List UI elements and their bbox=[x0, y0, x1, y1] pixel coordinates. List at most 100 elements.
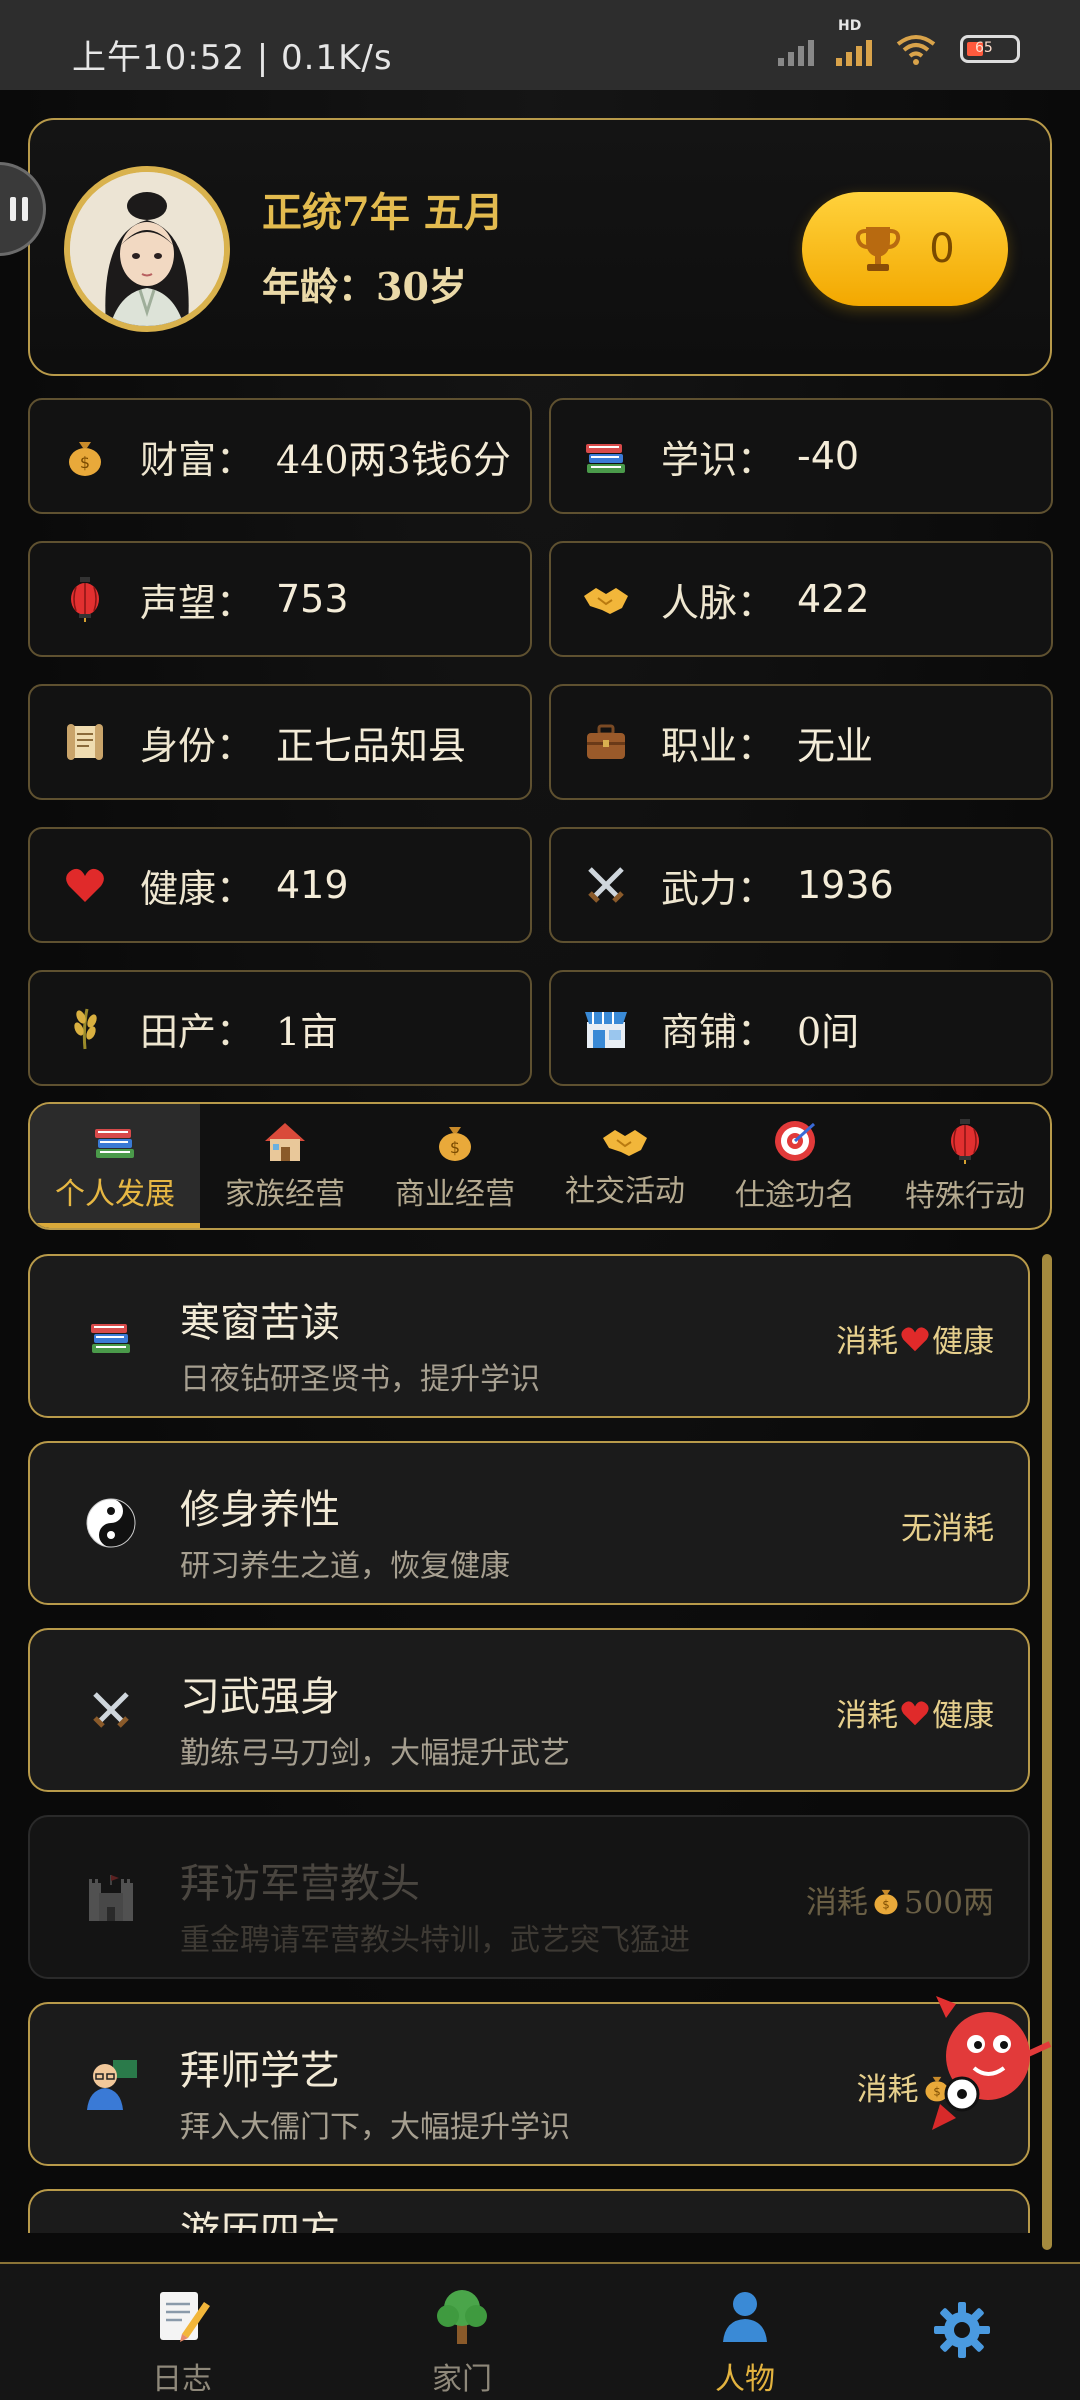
action-icon-wrap bbox=[76, 1301, 146, 1371]
category-tabs: 个人发展 家族经营 $ 商业经营 社交活动 仕途功名 特殊行动 bbox=[28, 1102, 1052, 1230]
tab-1[interactable]: 家族经营 bbox=[200, 1104, 370, 1228]
nav-item-1[interactable]: 家门 bbox=[382, 2286, 542, 2398]
stat-card: $ 财富： 440两3钱6分 bbox=[28, 398, 532, 514]
action-icon-wrap bbox=[76, 1862, 146, 1932]
action-card: 拜访军营教头重金聘请军营教头特训，武艺突飞猛进 消耗 $500两 bbox=[28, 1815, 1030, 1979]
action-title: 修身养性 bbox=[180, 1487, 340, 1533]
action-card[interactable]: 修身养性 研习养生之道，恢复健康 无消耗 bbox=[28, 1441, 1030, 1605]
action-title: 习武强身 bbox=[180, 1674, 340, 1720]
action-cost: 消耗 健康 bbox=[836, 1690, 994, 1735]
nav-item-2[interactable]: 人物 bbox=[665, 2286, 825, 2398]
heart-icon bbox=[900, 1699, 930, 1726]
battery-icon: 65 bbox=[960, 35, 1020, 63]
tab-2[interactable]: $ 商业经营 bbox=[370, 1104, 540, 1228]
cost-prefix: 消耗 bbox=[805, 1885, 868, 1921]
achievements-button[interactable]: 0 bbox=[802, 192, 1008, 306]
stat-icon-wrap bbox=[551, 580, 661, 618]
stat-value: 正七品知县 bbox=[276, 723, 467, 768]
person-icon bbox=[715, 2286, 775, 2346]
stat-value: 419 bbox=[276, 863, 349, 907]
nav-label: 家门 bbox=[432, 2362, 492, 2397]
tab-label: 社交活动 bbox=[565, 1174, 685, 1209]
action-description: 勤练弓马刀剑，大幅提升武艺 bbox=[180, 1736, 570, 1771]
action-icon-wrap bbox=[76, 1675, 146, 1745]
tab-3[interactable]: 社交活动 bbox=[540, 1104, 710, 1228]
stat-card: 职业： 无业 bbox=[549, 684, 1053, 800]
action-cost: 消耗 $500两 bbox=[806, 1877, 994, 1922]
stat-value: 0间 bbox=[797, 1009, 860, 1054]
status-time: 上午10:52 | 0.1K/s bbox=[72, 38, 393, 78]
tab-label: 仕途功名 bbox=[735, 1178, 855, 1213]
trophy-count: 0 bbox=[929, 226, 955, 272]
stat-card: 声望： 753 bbox=[28, 541, 532, 657]
tab-label: 家族经营 bbox=[225, 1177, 345, 1212]
briefcase-icon bbox=[584, 722, 628, 762]
heart-icon bbox=[64, 866, 106, 904]
nav-label: 人物 bbox=[715, 2362, 775, 2397]
stat-icon-wrap bbox=[551, 1006, 661, 1050]
status-bar: 上午10:52 | 0.1K/s HD 65 bbox=[0, 0, 1080, 90]
game-date: 正统7年 五月 bbox=[262, 189, 504, 236]
teacher-icon bbox=[83, 2056, 139, 2112]
action-title: 拜访军营教头 bbox=[180, 1861, 420, 1907]
stat-label: 身份： bbox=[140, 723, 255, 768]
stat-value: -40 bbox=[797, 434, 860, 478]
money-bag-icon: $ bbox=[63, 434, 107, 478]
status-icons: HD 65 bbox=[778, 18, 1020, 66]
action-icon-wrap bbox=[76, 2049, 146, 2119]
tab-4[interactable]: 仕途功名 bbox=[710, 1104, 880, 1228]
action-card[interactable]: 习武强身勤练弓马刀剑，大幅提升武艺 消耗 健康 bbox=[28, 1628, 1030, 1792]
tab-label: 个人发展 bbox=[55, 1177, 175, 1212]
cellular-signal-icon-1 bbox=[778, 32, 814, 66]
action-icon-wrap bbox=[76, 1488, 146, 1558]
action-icon-wrap bbox=[76, 2216, 146, 2233]
traveler-icon bbox=[91, 2231, 131, 2233]
stat-value: 无业 bbox=[797, 723, 874, 768]
stat-icon-wrap bbox=[30, 575, 140, 623]
crossed-swords-icon bbox=[89, 1688, 133, 1732]
money-bag-icon: $ bbox=[870, 1884, 902, 1916]
stat-card: 身份： 正七品知县 bbox=[28, 684, 532, 800]
tab-5[interactable]: 特殊行动 bbox=[880, 1104, 1050, 1228]
action-description: 重金聘请军营教头特训，武艺突飞猛进 bbox=[180, 1923, 690, 1958]
trophy-icon bbox=[856, 227, 901, 271]
stat-label: 职业： bbox=[661, 723, 776, 768]
stat-label: 商铺： bbox=[661, 1009, 776, 1054]
action-card[interactable]: 游历四方 bbox=[28, 2189, 1030, 2233]
stat-label: 财富： bbox=[140, 437, 255, 482]
stat-card: 武力： 1936 bbox=[549, 827, 1053, 943]
stat-label: 人脉： bbox=[661, 580, 776, 625]
scroll-icon bbox=[63, 720, 107, 764]
handshake-icon bbox=[601, 1122, 649, 1160]
action-card[interactable]: 拜师学艺拜入大儒门下，大幅提升学识消耗$20 bbox=[28, 2002, 1030, 2166]
nav-item-0[interactable]: 日志 bbox=[102, 2286, 262, 2398]
stat-icon-wrap bbox=[551, 722, 661, 762]
floating-mascot-icon[interactable] bbox=[916, 1984, 1056, 2134]
money-bag-icon: $ bbox=[433, 1119, 477, 1163]
stat-value: 753 bbox=[276, 577, 349, 621]
action-title: 寒窗苦读 bbox=[180, 1300, 340, 1346]
action-cost: 无消耗 bbox=[901, 1503, 994, 1548]
avatar[interactable] bbox=[64, 166, 230, 332]
age-label: 年龄： bbox=[262, 264, 377, 309]
stat-label: 田产： bbox=[140, 1009, 255, 1054]
tab-0[interactable]: 个人发展 bbox=[30, 1104, 200, 1228]
action-description: 拜入大儒门下，大幅提升学识 bbox=[180, 2110, 570, 2145]
action-card[interactable]: 寒窗苦读 日夜钻研圣贤书，提升学识 消耗 健康 bbox=[28, 1254, 1030, 1418]
stat-icon-wrap bbox=[30, 866, 140, 904]
lantern-icon bbox=[68, 575, 102, 623]
nav-item-3[interactable] bbox=[882, 2298, 1042, 2362]
tab-label: 商业经营 bbox=[395, 1177, 515, 1212]
house-icon bbox=[261, 1119, 309, 1163]
stat-value: 1亩 bbox=[276, 1009, 339, 1054]
hd-label: HD bbox=[838, 18, 862, 34]
stat-card: 商铺： 0间 bbox=[549, 970, 1053, 1086]
age-value: 30岁 bbox=[376, 264, 467, 309]
books-icon bbox=[583, 434, 629, 478]
tab-label: 特殊行动 bbox=[905, 1179, 1025, 1214]
profile-card: 正统7年 五月 年龄：30岁 0 bbox=[28, 118, 1052, 376]
stat-card: 田产： 1亩 bbox=[28, 970, 532, 1086]
svg-text:$: $ bbox=[80, 453, 90, 472]
battery-level: 65 bbox=[975, 40, 993, 56]
stat-label: 学识： bbox=[661, 437, 776, 482]
